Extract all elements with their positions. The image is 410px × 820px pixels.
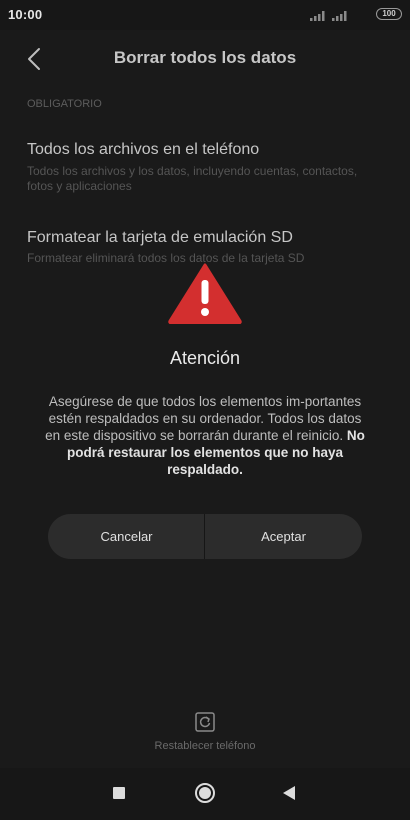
warning-icon — [168, 263, 242, 324]
option-all-files-description: Todos los archivos y los datos, incluyen… — [27, 164, 358, 193]
navigation-bar — [0, 768, 410, 820]
dialog-message: Asegúrese de que todos los elementos im-… — [40, 393, 370, 478]
dialog-message-text: Asegúrese de que todos los elementos im-… — [45, 394, 362, 443]
cancel-button[interactable]: Cancelar — [48, 514, 205, 559]
dialog-title: Atención — [169, 348, 241, 368]
status-time: 10:00 — [8, 7, 43, 22]
status-bar: 10:00 100 — [0, 0, 410, 30]
signal-icon — [332, 11, 347, 21]
reset-phone-label[interactable]: Restablecer teléfono — [0, 740, 410, 752]
back-arrow-icon[interactable] — [20, 44, 50, 74]
reset-phone-icon[interactable] — [195, 712, 215, 732]
option-all-files-title[interactable]: Todos los archivos en el teléfono — [27, 141, 259, 159]
section-label: OBLIGATORIO — [27, 98, 102, 110]
option-format-sd-title[interactable]: Formatear la tarjeta de emulación SD — [27, 229, 293, 247]
recent-apps-icon[interactable] — [113, 787, 125, 799]
home-icon[interactable] — [194, 782, 216, 804]
dialog-button-group: Cancelar Aceptar — [48, 514, 362, 559]
signal-icon — [310, 11, 325, 21]
screen: 10:00 100 Borrar todos los datos OBLIGAT… — [0, 0, 410, 820]
page-title: Borrar todos los datos — [113, 48, 297, 67]
battery-icon: 100 — [376, 8, 402, 20]
nav-back-icon[interactable] — [282, 785, 296, 801]
accept-button[interactable]: Aceptar — [205, 514, 362, 559]
